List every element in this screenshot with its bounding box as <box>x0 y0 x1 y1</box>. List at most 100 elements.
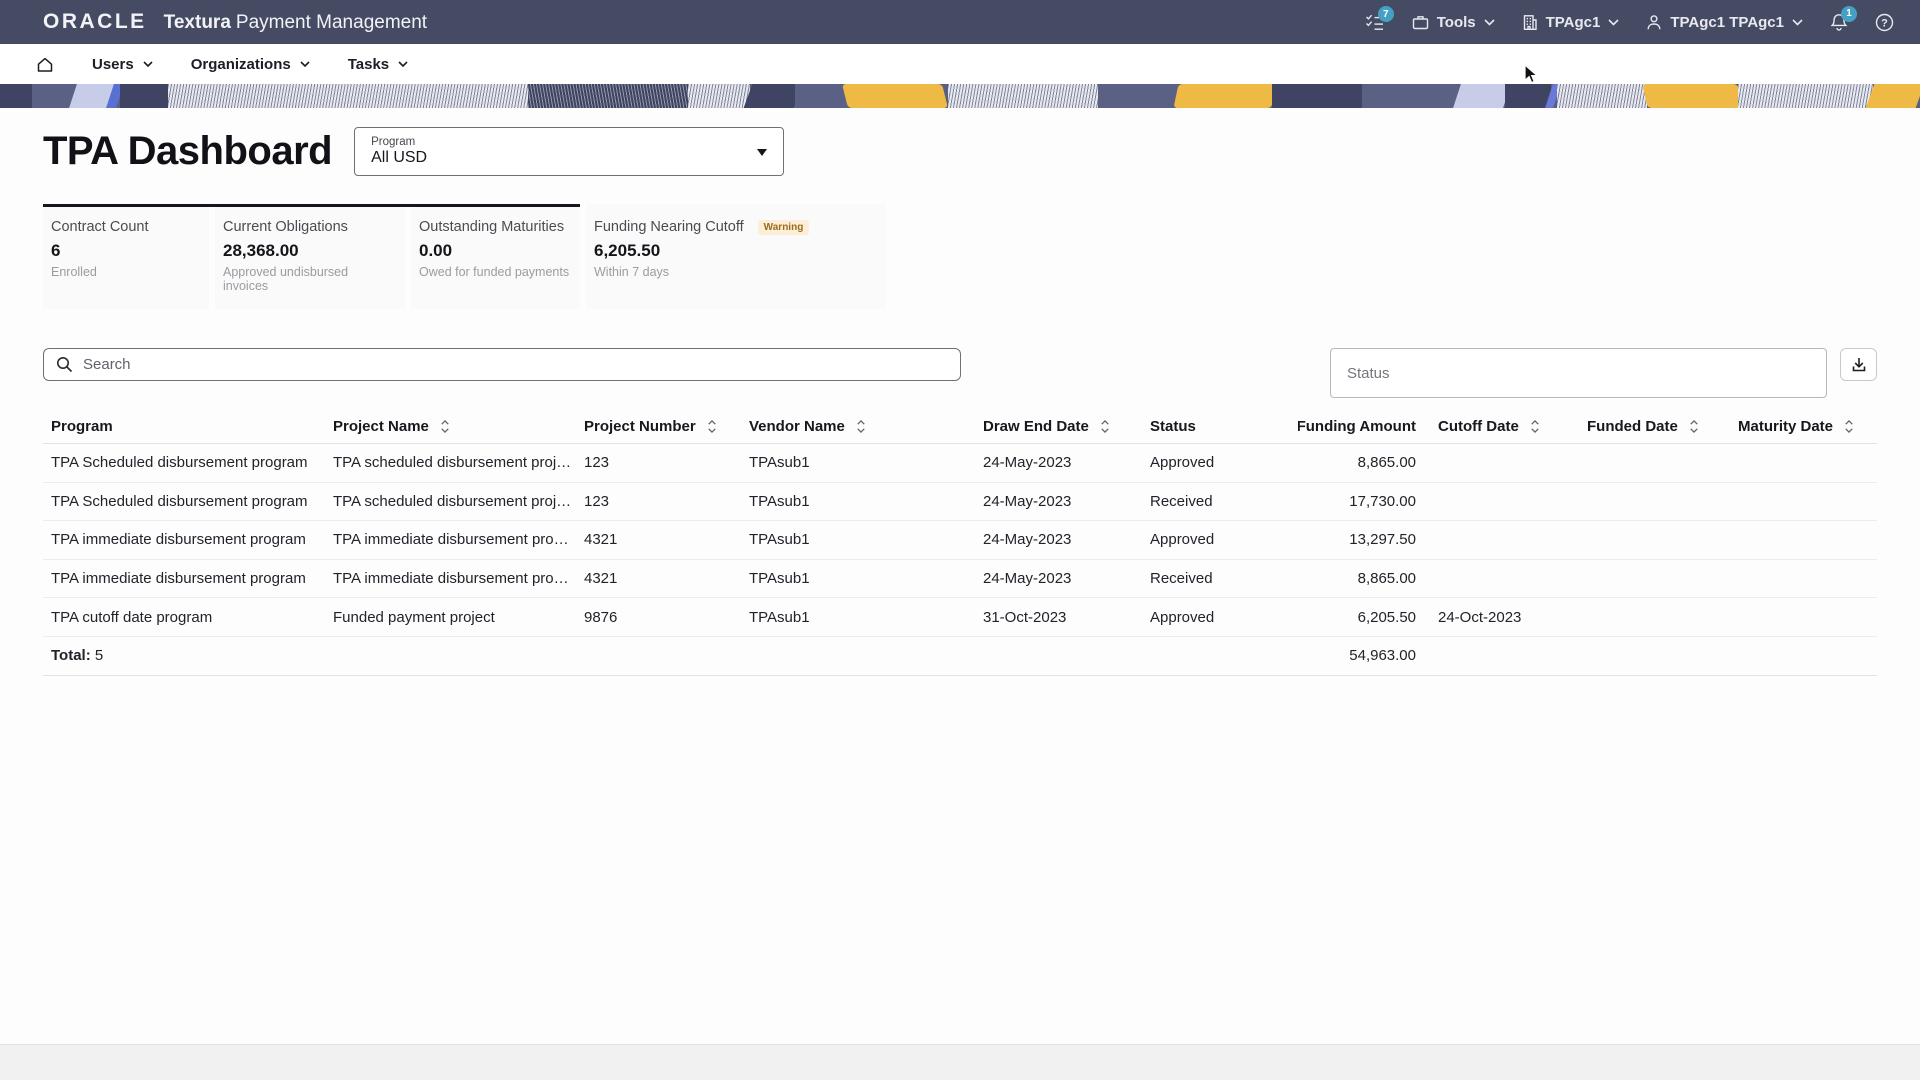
notifications-count-badge: 1 <box>1841 6 1857 22</box>
company-label: TPAgc1 <box>1546 14 1601 31</box>
column-header-label: Project Number <box>584 418 696 435</box>
table-total-row: Total: 5 54,963.00 <box>43 637 1877 676</box>
stat-sublabel: Enrolled <box>51 265 199 279</box>
cell-vendor_name: TPAsub1 <box>741 531 975 548</box>
cell-project_number: 123 <box>576 454 741 471</box>
cell-project_number: 123 <box>576 493 741 510</box>
cell-status: Received <box>1142 570 1298 587</box>
column-header-label: Draw End Date <box>983 418 1089 435</box>
cell-status: Received <box>1142 493 1298 510</box>
column-header-draw_end_date[interactable]: Draw End Date <box>975 418 1142 435</box>
cell-project_name: TPA immediate disbursement pro… <box>325 531 576 548</box>
cell-vendor_name: TPAsub1 <box>741 570 975 587</box>
column-header-funded_date[interactable]: Funded Date <box>1579 418 1730 435</box>
cell-funding_amount: 8,865.00 <box>1298 454 1416 471</box>
oracle-logo: ORACLE <box>43 10 147 34</box>
stat-label: Funding Nearing Cutoff <box>594 219 744 235</box>
top-header-bar: ORACLE TexturaPayment Management 7 Tools <box>0 0 1920 44</box>
tools-menu[interactable]: Tools <box>1412 14 1495 31</box>
cell-project_name: Funded payment project <box>325 609 576 626</box>
total-funding-amount: 54,963.00 <box>1298 647 1416 664</box>
help-button[interactable]: ? <box>1875 13 1894 32</box>
download-button[interactable] <box>1840 348 1877 381</box>
stat-card-current-obligations: Current Obligations 28,368.00 Approved u… <box>215 204 405 309</box>
user-label: TPAgc1 TPAgc1 <box>1670 14 1784 31</box>
tools-label: Tools <box>1437 14 1476 31</box>
cell-vendor_name: TPAsub1 <box>741 493 975 510</box>
table-row: TPA Scheduled disbursement programTPA sc… <box>43 483 1877 522</box>
cell-program: TPA immediate disbursement program <box>43 531 325 548</box>
company-menu[interactable]: TPAgc1 <box>1522 14 1620 31</box>
column-header-label: Cutoff Date <box>1438 418 1519 435</box>
stat-label: Current Obligations <box>223 219 348 235</box>
search-field[interactable] <box>43 348 961 381</box>
program-filter-select[interactable]: Program All USD <box>354 127 784 176</box>
sort-icon <box>1843 419 1855 434</box>
stats-row: Contract Count 6 Enrolled Current Obliga… <box>43 204 1877 309</box>
table-row: TPA cutoff date programFunded payment pr… <box>43 598 1877 637</box>
stat-value: 6,205.50 <box>594 241 876 261</box>
cell-vendor_name: TPAsub1 <box>741 454 975 471</box>
column-header-label: Program <box>51 418 113 435</box>
nav-item-users[interactable]: Users <box>92 56 153 73</box>
column-header-status: Status <box>1142 418 1298 435</box>
chevron-down-icon <box>143 61 153 67</box>
footer-bar <box>0 1044 1920 1080</box>
column-header-project_name[interactable]: Project Name <box>325 418 576 435</box>
column-header-vendor_name[interactable]: Vendor Name <box>741 418 975 435</box>
cell-project_number: 9876 <box>576 609 741 626</box>
cell-status: Approved <box>1142 609 1298 626</box>
chevron-down-icon <box>398 61 408 67</box>
help-icon: ? <box>1875 13 1894 32</box>
stat-sublabel: Owed for funded payments <box>419 265 570 279</box>
column-header-label: Maturity Date <box>1738 418 1833 435</box>
product-title: TexturaPayment Management <box>164 12 427 34</box>
table-body: TPA Scheduled disbursement programTPA sc… <box>43 444 1877 637</box>
page-title: TPA Dashboard <box>43 127 332 176</box>
cell-draw_end_date: 24-May-2023 <box>975 454 1142 471</box>
total-count: Total: 5 <box>43 647 325 664</box>
cell-program: TPA Scheduled disbursement program <box>43 454 325 471</box>
status-filter-field[interactable] <box>1330 348 1827 398</box>
column-header-label: Vendor Name <box>749 418 845 435</box>
sort-icon <box>855 419 867 434</box>
home-button[interactable] <box>36 56 54 73</box>
product-title-bold: Textura <box>164 12 231 33</box>
search-input[interactable] <box>83 356 948 373</box>
cell-draw_end_date: 24-May-2023 <box>975 531 1142 548</box>
cell-status: Approved <box>1142 454 1298 471</box>
download-icon <box>1850 356 1868 374</box>
cell-project_number: 4321 <box>576 570 741 587</box>
chevron-down-icon <box>1484 19 1495 26</box>
task-list-button[interactable]: 7 <box>1365 13 1385 31</box>
user-menu[interactable]: TPAgc1 TPAgc1 <box>1646 14 1803 31</box>
stat-value: 0.00 <box>419 241 570 261</box>
tasks-count-badge: 7 <box>1378 6 1394 22</box>
cell-vendor_name: TPAsub1 <box>741 609 975 626</box>
nav-item-tasks[interactable]: Tasks <box>348 56 408 73</box>
status-filter-input[interactable] <box>1347 365 1810 382</box>
column-header-maturity_date[interactable]: Maturity Date <box>1730 418 1877 435</box>
building-icon <box>1522 14 1538 31</box>
cell-project_name: TPA immediate disbursement pro… <box>325 570 576 587</box>
stat-sublabel: Approved undisbursed invoices <box>223 265 395 293</box>
column-header-cutoff_date[interactable]: Cutoff Date <box>1416 418 1579 435</box>
decorative-banner <box>0 84 1920 108</box>
total-count-value: 5 <box>95 647 103 664</box>
column-header-project_number[interactable]: Project Number <box>576 418 741 435</box>
table-row: TPA Scheduled disbursement programTPA sc… <box>43 444 1877 483</box>
svg-text:?: ? <box>1881 17 1888 29</box>
cell-project_name: TPA scheduled disbursement proj… <box>325 454 576 471</box>
results-table: Program Project Name Project Number Vendor … <box>43 410 1877 676</box>
main-nav-bar: Users Organizations Tasks <box>0 44 1920 84</box>
cell-funding_amount: 8,865.00 <box>1298 570 1416 587</box>
table-header-row: Program Project Name Project Number Vendor … <box>43 410 1877 444</box>
stat-value: 28,368.00 <box>223 241 395 261</box>
nav-item-organizations[interactable]: Organizations <box>191 56 310 73</box>
cell-program: TPA cutoff date program <box>43 609 325 626</box>
cell-project_name: TPA scheduled disbursement proj… <box>325 493 576 510</box>
table-row: TPA immediate disbursement programTPA im… <box>43 560 1877 599</box>
notifications-button[interactable]: 1 <box>1830 13 1848 32</box>
sort-icon <box>1099 419 1111 434</box>
column-header-program: Program <box>43 418 325 435</box>
